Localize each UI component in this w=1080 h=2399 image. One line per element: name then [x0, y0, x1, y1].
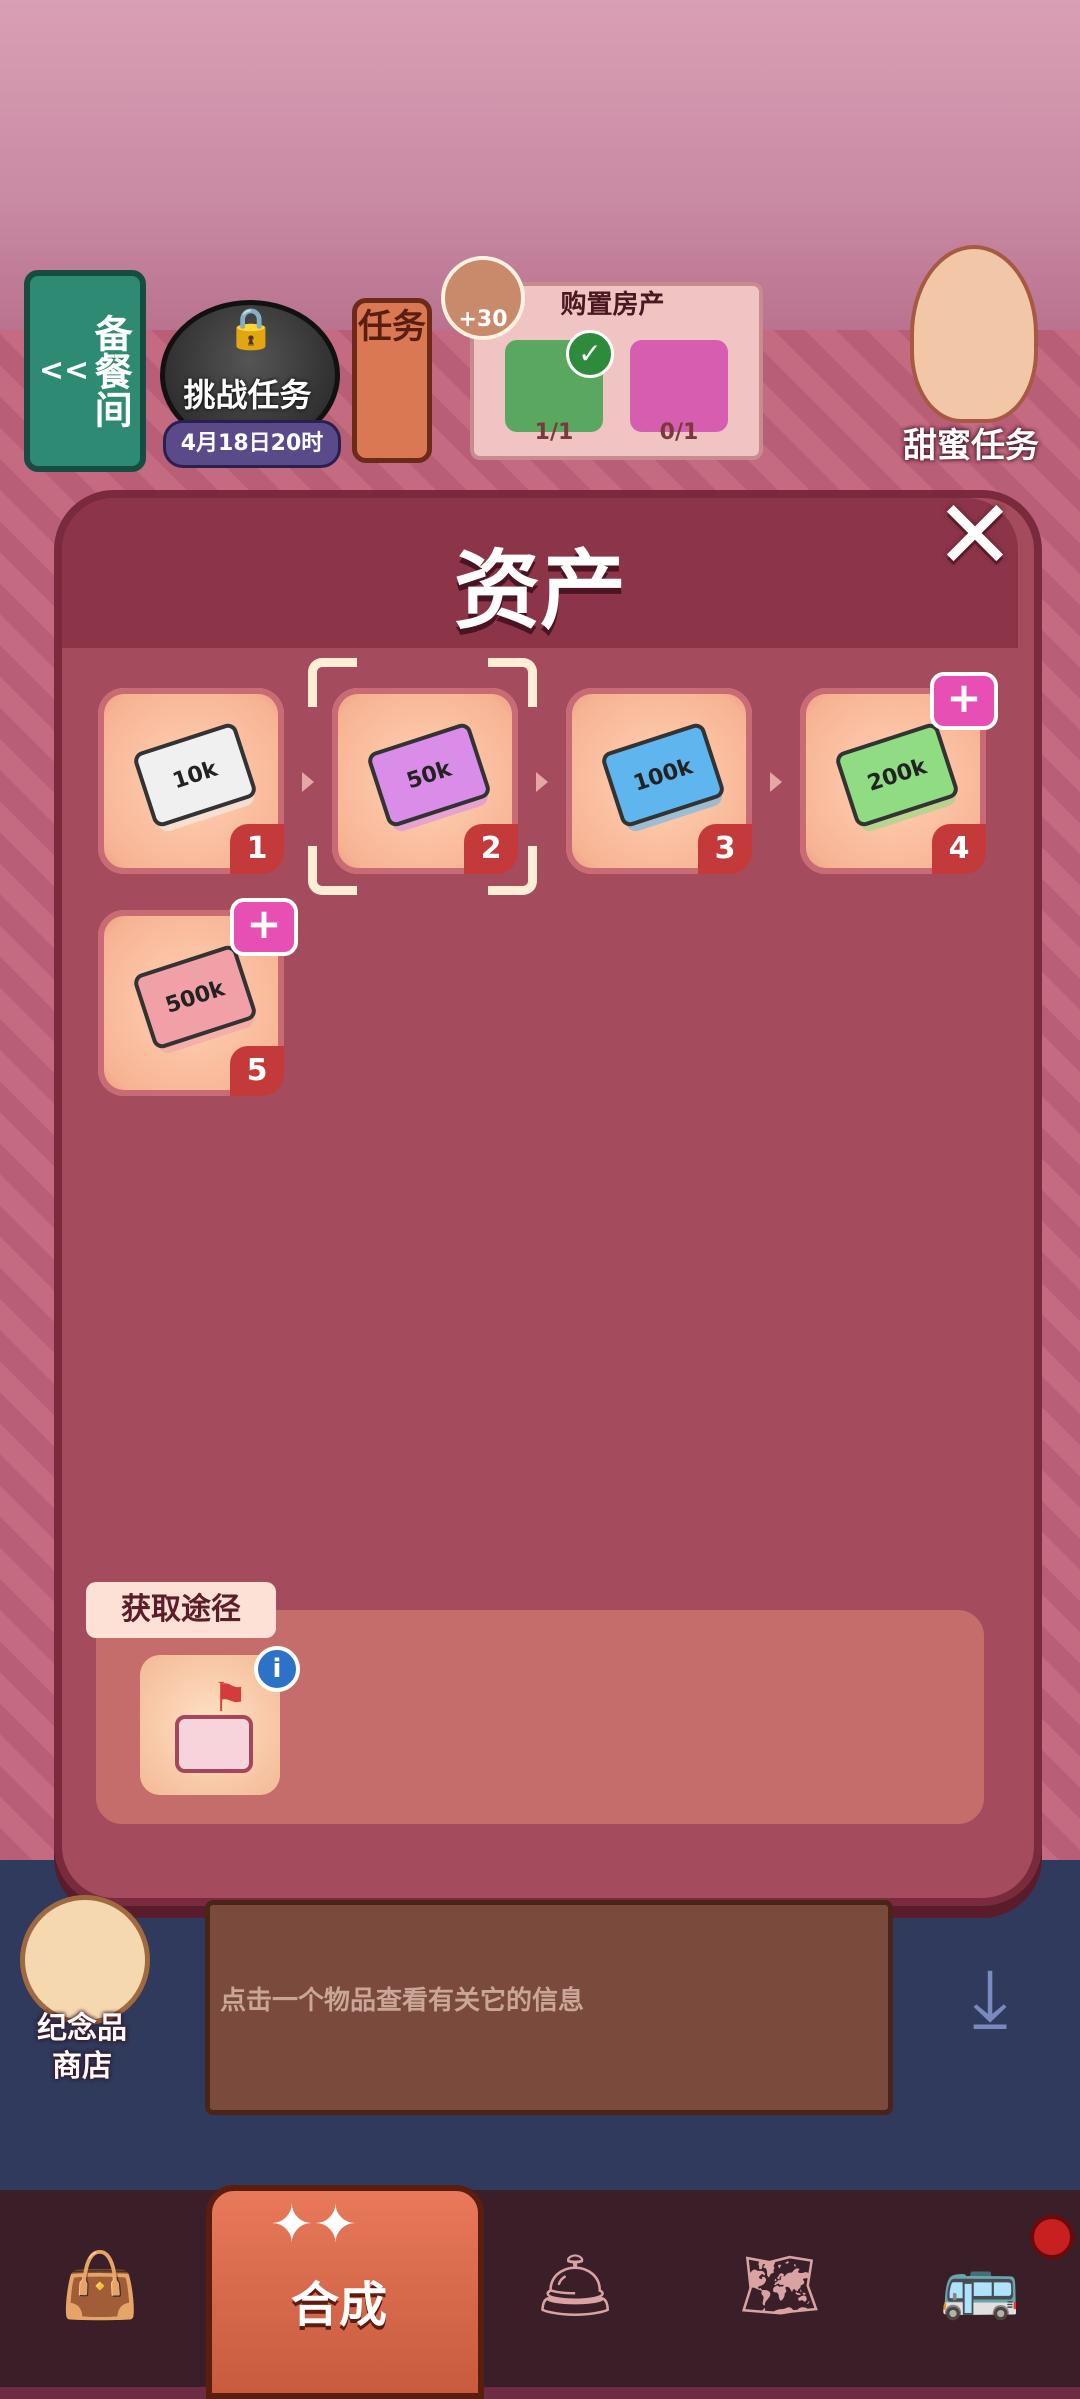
item-level: 3 — [698, 824, 752, 874]
item-level: 4 — [932, 824, 986, 874]
checkmark-icon: ✓ — [566, 330, 614, 378]
lock-icon: 🔒 — [226, 306, 276, 352]
pantry-arrow: << — [38, 353, 90, 388]
cake-icon — [175, 1715, 253, 1773]
selection-bracket — [488, 658, 537, 707]
money-bill-icon: 100k — [599, 721, 727, 829]
bill-label: 200k — [864, 753, 930, 797]
souvenir-shop-icon[interactable] — [20, 1895, 150, 2025]
notification-dot — [1030, 2215, 1074, 2259]
item-level: 1 — [230, 824, 284, 874]
bill-label: 500k — [162, 975, 228, 1019]
selection-bracket — [308, 658, 357, 707]
download-icon[interactable]: ⤓ — [940, 1955, 1040, 2040]
money-bill-icon: 500k — [131, 943, 259, 1051]
challenge-date: 4月18日20时 — [163, 420, 341, 468]
info-icon[interactable]: i — [254, 1646, 300, 1692]
nav-map-icon[interactable]: 🗺 — [720, 2230, 840, 2340]
selection-bracket — [488, 846, 537, 895]
chevron-right-icon — [770, 772, 782, 792]
money-bill-icon: 10k — [131, 721, 259, 829]
reward-amount: +30 — [458, 307, 508, 332]
flag-icon: ⚑ — [212, 1675, 248, 1721]
money-bill-icon: 200k — [833, 721, 961, 829]
sky-background — [0, 0, 1080, 330]
chevron-right-icon — [302, 772, 314, 792]
nav-bag-icon[interactable]: 👜 — [40, 2230, 160, 2340]
nav-bus-icon[interactable]: 🚌 — [920, 2230, 1040, 2340]
challenge-task-label: 挑战任务 — [183, 376, 312, 414]
plus-icon[interactable]: + — [230, 898, 298, 956]
close-button[interactable]: ✕ — [930, 487, 1020, 585]
property-count: 1/1 — [534, 420, 574, 445]
bill-label: 50k — [403, 756, 455, 794]
plus-icon[interactable]: + — [930, 672, 998, 730]
task-button[interactable]: 任务 — [352, 298, 432, 463]
item-level: 5 — [230, 1046, 284, 1096]
item-info-hint: 点击一个物品查看有关它的信息 — [220, 1986, 585, 2016]
asset-item-1[interactable]: 10k 1 — [98, 688, 284, 874]
source-label: 获取途径 — [86, 1582, 276, 1638]
sweet-task-label[interactable]: 甜蜜任务 — [876, 418, 1066, 467]
modal-title: 资产 — [454, 541, 626, 641]
asset-item-3[interactable]: 100k 3 — [566, 688, 752, 874]
reward-badge: +30 — [441, 256, 525, 340]
chevron-right-icon — [536, 772, 548, 792]
property-slot-shop — [630, 340, 728, 432]
nav-service-bell-icon[interactable]: 🛎 — [515, 2230, 635, 2340]
bill-label: 100k — [630, 753, 696, 797]
money-bill-icon: 50k — [365, 721, 493, 829]
pantry-label: 备餐间 — [88, 314, 133, 428]
souvenir-shop-label[interactable]: 纪念品 商店 — [12, 2010, 152, 2086]
property-count: 0/1 — [659, 420, 699, 445]
bunny-avatar-icon[interactable] — [910, 245, 1038, 423]
merge-icon: ✦✦ — [270, 2195, 358, 2255]
nav-merge-label: 合成 — [290, 2277, 387, 2333]
souvenir-label-line1: 纪念品 — [37, 2011, 127, 2046]
pantry-button[interactable]: 备餐间 << — [24, 270, 146, 472]
selection-bracket — [308, 846, 357, 895]
souvenir-label-line2: 商店 — [52, 2049, 112, 2084]
bill-label: 10k — [169, 756, 221, 794]
